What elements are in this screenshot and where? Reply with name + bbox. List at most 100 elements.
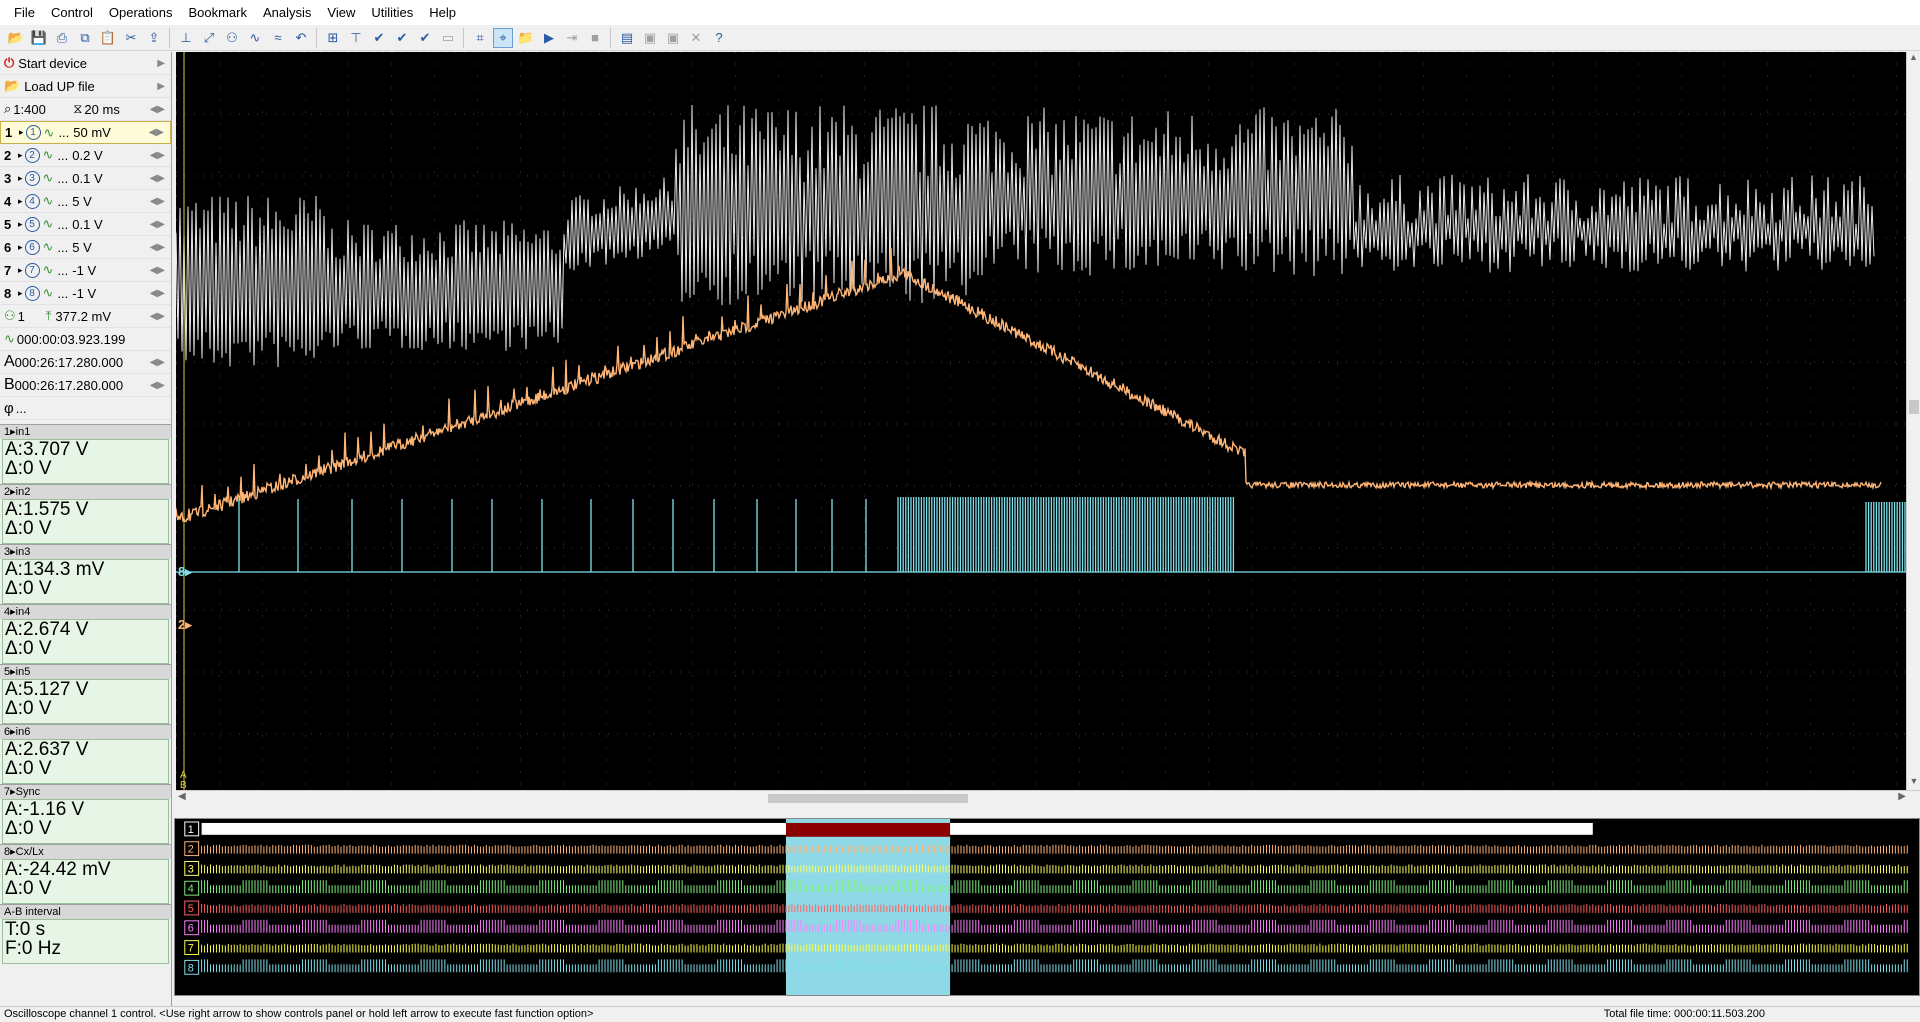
total-file-time: Total file time: 000:00:11.503.200: [1603, 1008, 1765, 1020]
channel-number: 5: [4, 216, 12, 232]
measure-header-1[interactable]: 2▸in2: [0, 484, 171, 499]
channel-row-5[interactable]: 5 ▸ 5 ∿... 0.1 V ◀▶: [0, 213, 171, 236]
measure-header-8[interactable]: A-B interval: [0, 904, 171, 919]
check2-icon[interactable]: ✔: [392, 28, 412, 48]
menu-file[interactable]: File: [6, 0, 43, 25]
chevron-right-icon: ▶: [157, 57, 165, 69]
channel-circle-icon: 6: [24, 239, 40, 255]
arrow-right-icon: ▸: [18, 195, 23, 206]
undo-icon[interactable]: ↶: [291, 28, 311, 48]
trigger-time-row[interactable]: ∿ 000:00:03.923.199: [0, 328, 171, 351]
close-icon[interactable]: ✕: [686, 28, 706, 48]
trigger-row[interactable]: ⚇ 1 ⤒ 377.2 mV ◀▶: [0, 305, 171, 328]
cam-icon[interactable]: ▣: [640, 28, 660, 48]
measure-box-4: A:5.127 V Δ:0 V: [2, 679, 169, 724]
step-icon[interactable]: ⇥: [562, 28, 582, 48]
print-icon[interactable]: ⎙: [52, 28, 72, 48]
trigger-icon[interactable]: ⚇: [222, 28, 242, 48]
left-right-arrows-icon[interactable]: ◀▶: [150, 242, 165, 253]
check-icon[interactable]: ✔: [369, 28, 389, 48]
measure-header-6[interactable]: 7▸Sync: [0, 784, 171, 799]
cursor-b-row[interactable]: B 000:26:17.280.000 ◀▶: [0, 374, 171, 397]
menu-view[interactable]: View: [319, 0, 363, 25]
measure-box-8: T:0 s F:0 Hz: [2, 919, 169, 964]
cursor-a-row[interactable]: A 000:26:17.280.000 ◀▶: [0, 351, 171, 374]
folder-icon[interactable]: 📁: [516, 28, 536, 48]
scroll-thumb[interactable]: [768, 794, 968, 803]
left-right-arrows-icon: ◀▶: [149, 310, 165, 322]
overview-lane-label: 5: [188, 903, 194, 915]
doc-icon[interactable]: ▭: [438, 28, 458, 48]
menu-control[interactable]: Control: [43, 0, 101, 25]
channel-row-2[interactable]: 2 ▸ 2 ∿... 0.2 V ◀▶: [0, 144, 171, 167]
measure-header-4[interactable]: 5▸in5: [0, 664, 171, 679]
measure-box-0: A:3.707 V Δ:0 V: [2, 439, 169, 484]
left-right-arrows-icon[interactable]: ◀▶: [150, 265, 165, 276]
help-icon[interactable]: ?: [709, 28, 729, 48]
menu-analysis[interactable]: Analysis: [255, 0, 319, 25]
channel-row-4[interactable]: 4 ▸ 4 ∿... 5 V ◀▶: [0, 190, 171, 213]
screen-icon[interactable]: ▤: [617, 28, 637, 48]
menu-bookmark[interactable]: Bookmark: [180, 0, 255, 25]
filter-icon[interactable]: ⊤: [346, 28, 366, 48]
menu-utilities[interactable]: Utilities: [363, 0, 421, 25]
start-device-button[interactable]: ⏻ Start device ▶: [0, 52, 171, 75]
scroll-down-arrow[interactable]: ▼: [1907, 776, 1920, 790]
zoom-menu-icon[interactable]: ⊞: [323, 28, 343, 48]
marker-icon[interactable]: ⌖: [493, 27, 513, 48]
export-icon[interactable]: ⇪: [144, 28, 164, 48]
zoom-icon[interactable]: ⤢: [199, 28, 219, 48]
arrow-right-icon: ▸: [18, 241, 23, 252]
overview-strip[interactable]: 1 2 3 4 5 6 7 8: [174, 818, 1920, 996]
channel-row-1[interactable]: 1 ▸ 1 ∿... 50 mV ◀▶: [0, 121, 171, 144]
ellipsis: ...: [57, 262, 69, 278]
grid-icon[interactable]: ⌗: [470, 28, 490, 48]
left-right-arrows-icon: ◀▶: [149, 379, 165, 391]
menu-help[interactable]: Help: [421, 0, 464, 25]
left-right-arrows-icon[interactable]: ◀▶: [150, 196, 165, 207]
left-right-arrows-icon[interactable]: ◀▶: [149, 127, 164, 138]
play-icon[interactable]: ▶: [539, 28, 559, 48]
wave-icon[interactable]: ∿: [245, 28, 265, 48]
waveform-icon: ∿: [43, 124, 55, 140]
channel-row-7[interactable]: 7 ▸ 7 ∿... -1 V ◀▶: [0, 259, 171, 282]
cut-icon[interactable]: ✂: [121, 28, 141, 48]
load-up-file-button[interactable]: 📂 Load UP file ▶: [0, 75, 171, 98]
vertical-scrollbar[interactable]: ▲ ▼: [1906, 52, 1920, 790]
menu-operations[interactable]: Operations: [101, 0, 181, 25]
scroll-up-arrow[interactable]: ▲: [1907, 52, 1920, 66]
measure-header-3[interactable]: 4▸in4: [0, 604, 171, 619]
left-right-arrows-icon[interactable]: ◀▶: [150, 150, 165, 161]
channel-row-3[interactable]: 3 ▸ 3 ∿... 0.1 V ◀▶: [0, 167, 171, 190]
scroll-thumb[interactable]: [1909, 400, 1919, 414]
cursor-b-marker: B: [180, 780, 187, 790]
scroll-right-arrow[interactable]: ▶: [1898, 791, 1906, 802]
left-right-arrows-icon[interactable]: ◀▶: [150, 219, 165, 230]
left-right-arrows-icon[interactable]: ◀▶: [150, 288, 165, 299]
cam2-icon[interactable]: ▣: [663, 28, 683, 48]
waveform-icon: ∿: [42, 262, 54, 277]
scale-timebase-row[interactable]: ⌕ 1:400 ⧖ 20 ms ◀▶: [0, 98, 171, 121]
paste-icon[interactable]: 📋: [98, 28, 118, 48]
open-icon[interactable]: 📂: [6, 28, 26, 48]
measure-icon[interactable]: ≈: [268, 28, 288, 48]
measure-title: Cx/Lx: [15, 846, 44, 858]
measure-header-7[interactable]: 8▸Cx/Lx: [0, 844, 171, 859]
cursor-b-letter: B: [4, 376, 15, 393]
channel-row-6[interactable]: 6 ▸ 6 ∿... 5 V ◀▶: [0, 236, 171, 259]
phase-row[interactable]: φ ...: [0, 397, 171, 420]
save-icon[interactable]: 💾: [29, 28, 49, 48]
measure-header-2[interactable]: 3▸in3: [0, 544, 171, 559]
check3-icon[interactable]: ✔: [415, 28, 435, 48]
cursor-icon[interactable]: ⊥: [176, 28, 196, 48]
measure-header-0[interactable]: 1▸in1: [0, 424, 171, 439]
channel-row-8[interactable]: 8 ▸ 8 ∿... -1 V ◀▶: [0, 282, 171, 305]
copy-icon[interactable]: ⧉: [75, 28, 95, 48]
left-right-arrows-icon[interactable]: ◀▶: [150, 173, 165, 184]
horizontal-scrollbar[interactable]: ◀ ▶: [176, 790, 1920, 806]
overview-lane-3-trace: [201, 864, 1908, 874]
measure-header-5[interactable]: 6▸in6: [0, 724, 171, 739]
stop-icon[interactable]: ■: [585, 28, 605, 48]
scroll-left-arrow[interactable]: ◀: [178, 791, 186, 802]
oscilloscope-display[interactable]: 8▸2▸AB: [176, 52, 1906, 790]
